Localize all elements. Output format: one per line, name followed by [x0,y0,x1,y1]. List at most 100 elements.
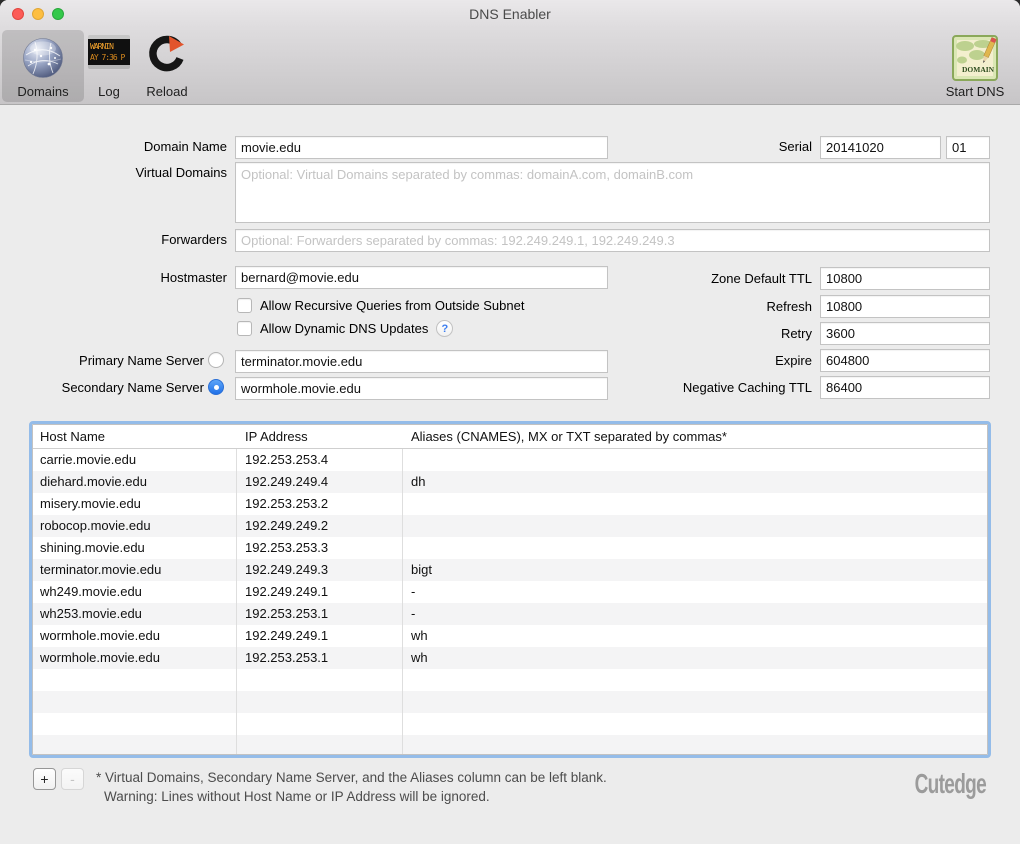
negative-caching-ttl-label: Negative Caching TTL [640,380,812,396]
secondary-ns-input[interactable] [235,377,608,400]
aliases-cell [402,537,987,559]
toolbar-label-log: Log [98,84,120,102]
column-header-host-name[interactable]: Host Name [33,425,236,448]
forwarders-input[interactable] [235,229,990,252]
table-row[interactable]: diehard.movie.edu 192.249.249.4 dh [33,471,987,493]
zone-default-ttl-input[interactable] [820,267,990,290]
secondary-ns-label: Secondary Name Server [0,380,204,396]
aliases-cell: dh [402,471,987,493]
table-row[interactable]: shining.movie.edu 192.253.253.3 [33,537,987,559]
toolbar-button-domains[interactable]: Domains [2,30,84,102]
ip-cell: 192.253.253.4 [236,449,402,471]
start-dns-map-icon: DOMAIN [952,35,998,81]
zone-default-ttl-label: Zone Default TTL [640,271,812,287]
allow-recursive-checkbox[interactable] [237,298,252,313]
ip-cell: 192.249.249.3 [236,559,402,581]
ip-cell [236,669,402,691]
host-cell: shining.movie.edu [33,537,236,559]
aliases-cell: wh [402,647,987,669]
negative-caching-ttl-input[interactable] [820,376,990,399]
hosts-table-body: carrie.movie.edu 192.253.253.4 diehard.m… [33,449,987,755]
hosts-table-header: Host Name IP Address Aliases (CNAMES), M… [33,425,987,449]
cutedge-logo: Cutedge [915,768,986,800]
table-row[interactable]: wormhole.movie.edu 192.253.253.1 wh [33,647,987,669]
host-cell [33,691,236,713]
allow-dynamic-row: Allow Dynamic DNS Updates ? [237,320,453,337]
host-cell: robocop.movie.edu [33,515,236,537]
toolbar-button-start-dns[interactable]: DOMAIN Start DNS [936,30,1014,102]
ip-cell: 192.253.253.1 [236,647,402,669]
hostmaster-label: Hostmaster [0,270,227,286]
primary-ns-radio[interactable] [208,352,224,368]
serial-input[interactable] [820,136,941,159]
toolbar-label-reload: Reload [146,84,187,102]
reload-icon [147,35,187,75]
table-row[interactable]: robocop.movie.edu 192.249.249.2 [33,515,987,537]
aliases-cell: - [402,603,987,625]
serial-suffix-input[interactable] [946,136,990,159]
window-title: DNS Enabler [0,6,1020,22]
host-cell [33,669,236,691]
aliases-cell [402,493,987,515]
help-button[interactable]: ? [436,320,453,337]
ip-cell: 192.253.253.2 [236,493,402,515]
aliases-cell [402,713,987,735]
hostmaster-input[interactable] [235,266,608,289]
ip-cell [236,713,402,735]
globe-icon [21,35,65,79]
table-row[interactable]: wh253.movie.edu 192.253.253.1 - [33,603,987,625]
app-window: DNS Enabler [0,0,1020,844]
aliases-cell [402,691,987,713]
table-row[interactable]: wormhole.movie.edu 192.249.249.1 wh [33,625,987,647]
aliases-cell [402,515,987,537]
table-row[interactable] [33,735,987,755]
table-row[interactable]: misery.movie.edu 192.253.253.2 [33,493,987,515]
retry-input[interactable] [820,322,990,345]
toolbar-button-reload[interactable]: Reload [136,30,198,102]
host-cell: wormhole.movie.edu [33,647,236,669]
log-console-icon: WARNIN AY 7:36 P [88,35,130,69]
refresh-input[interactable] [820,295,990,318]
log-icon-text1: WARNIN [90,41,128,52]
allow-recursive-label: Allow Recursive Queries from Outside Sub… [260,298,524,313]
add-row-button[interactable]: + [33,768,56,790]
host-cell: terminator.movie.edu [33,559,236,581]
virtual-domains-label: Virtual Domains [0,165,227,181]
aliases-cell: bigt [402,559,987,581]
start-dns-icon-text: DOMAIN [962,65,995,74]
column-header-ip-address[interactable]: IP Address [236,425,402,448]
secondary-ns-radio[interactable] [208,379,224,395]
domain-name-input[interactable] [235,136,608,159]
titlebar: DNS Enabler [0,0,1020,28]
table-row[interactable] [33,713,987,735]
host-cell: wh253.movie.edu [33,603,236,625]
column-divider [236,449,237,755]
column-header-aliases[interactable]: Aliases (CNAMES), MX or TXT separated by… [402,425,987,448]
log-icon-text2: AY 7:36 P [90,52,128,63]
aliases-cell [402,735,987,755]
table-row[interactable]: carrie.movie.edu 192.253.253.4 [33,449,987,471]
primary-ns-input[interactable] [235,350,608,373]
expire-input[interactable] [820,349,990,372]
allow-recursive-row: Allow Recursive Queries from Outside Sub… [237,298,524,313]
expire-label: Expire [640,353,812,369]
allow-dynamic-checkbox[interactable] [237,321,252,336]
table-row[interactable] [33,691,987,713]
host-cell [33,735,236,755]
ip-cell [236,691,402,713]
allow-dynamic-label: Allow Dynamic DNS Updates [260,321,428,336]
table-row[interactable] [33,669,987,691]
ip-cell: 192.253.253.1 [236,603,402,625]
toolbar-label-domains: Domains [17,84,68,102]
table-row[interactable]: terminator.movie.edu 192.249.249.3 bigt [33,559,987,581]
primary-ns-label: Primary Name Server [0,353,204,369]
toolbar: Domains WARNIN AY 7:36 P Log Reload [0,28,1020,105]
footnote-line1: * Virtual Domains, Secondary Name Server… [96,768,816,787]
toolbar-button-log[interactable]: WARNIN AY 7:36 P Log [86,30,132,102]
remove-row-button[interactable]: - [61,768,84,790]
ip-cell [236,735,402,755]
serial-label: Serial [640,139,812,155]
table-row[interactable]: wh249.movie.edu 192.249.249.1 - [33,581,987,603]
virtual-domains-textarea[interactable] [235,162,990,223]
refresh-label: Refresh [640,299,812,315]
